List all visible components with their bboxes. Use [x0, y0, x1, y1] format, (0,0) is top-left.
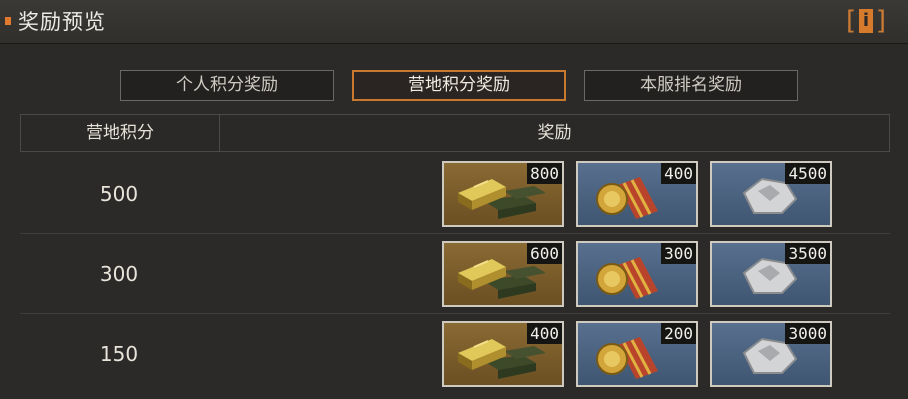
reward-count: 300	[661, 243, 696, 264]
bracket-left-icon: [	[846, 6, 857, 36]
tab-server-rank[interactable]: 本服排名奖励	[584, 70, 798, 101]
tab-camp-score[interactable]: 营地积分奖励	[352, 70, 566, 101]
reward-slot[interactable]: 300	[576, 241, 698, 307]
score-value: 300	[99, 262, 139, 286]
reward-count: 400	[527, 323, 562, 344]
table-row: 300 600 300 3500	[20, 234, 890, 314]
reward-slot[interactable]: 800	[442, 161, 564, 227]
window-title: 奖励预览	[18, 10, 106, 34]
reward-slot[interactable]: 3500	[710, 241, 832, 307]
reward-count: 400	[661, 163, 696, 184]
reward-slot[interactable]: 600	[442, 241, 564, 307]
reward-count: 3000	[785, 323, 830, 344]
tab-personal-score[interactable]: 个人积分奖励	[120, 70, 334, 101]
table-row: 500 800 400 4500	[20, 154, 890, 234]
bracket-right-icon: ]	[875, 6, 886, 36]
reward-count: 4500	[785, 163, 830, 184]
reward-count: 800	[527, 163, 562, 184]
table-header: 营地积分 奖励	[20, 114, 890, 152]
reward-slot[interactable]: 400	[442, 321, 564, 387]
info-button[interactable]: [ i ]	[846, 6, 886, 36]
title-marker	[5, 17, 11, 25]
score-value: 500	[99, 182, 139, 206]
reward-slot[interactable]: 200	[576, 321, 698, 387]
info-icon: i	[859, 9, 873, 33]
reward-count: 200	[661, 323, 696, 344]
reward-count: 3500	[785, 243, 830, 264]
reward-slot[interactable]: 3000	[710, 321, 832, 387]
column-header-rewards: 奖励	[537, 123, 572, 143]
reward-count: 600	[527, 243, 562, 264]
score-value: 150	[99, 342, 139, 366]
column-header-score: 营地积分	[21, 115, 220, 151]
reward-slot[interactable]: 4500	[710, 161, 832, 227]
reward-slot[interactable]: 400	[576, 161, 698, 227]
title-bar: 奖励预览 [ i ]	[0, 0, 908, 44]
table-row: 150 400 200 3000	[20, 314, 890, 394]
